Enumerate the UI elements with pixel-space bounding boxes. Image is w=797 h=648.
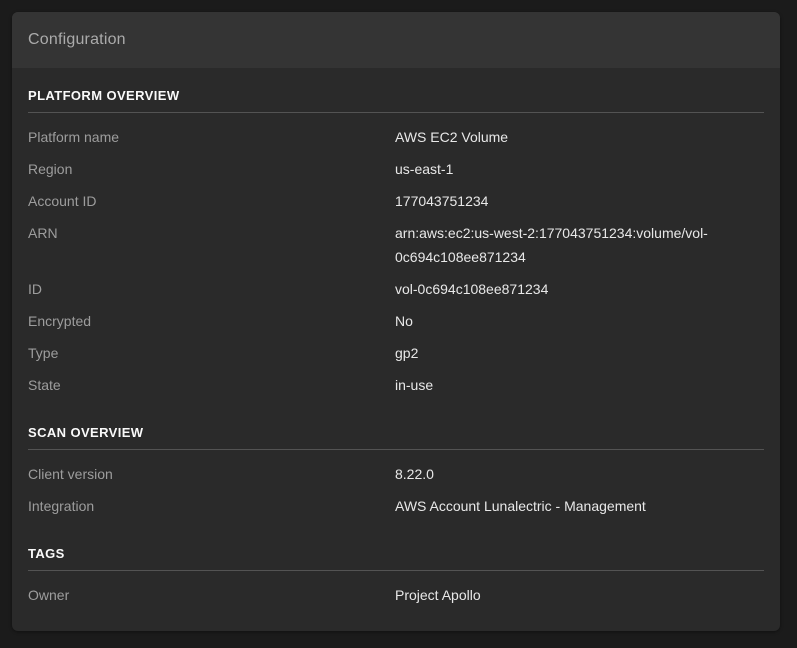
- row-value: arn:aws:ec2:us-west-2:177043751234:volum…: [395, 225, 708, 265]
- row-value: vol-0c694c108ee871234: [395, 281, 549, 297]
- config-row: State in-use: [28, 369, 764, 401]
- configuration-panel: Configuration PLATFORM OVERVIEW Platform…: [12, 12, 780, 631]
- section-divider: [28, 449, 764, 450]
- row-value: Project Apollo: [395, 587, 481, 603]
- row-label: Integration: [28, 498, 95, 514]
- row-label: Region: [28, 161, 73, 177]
- row-value: No: [395, 313, 413, 329]
- row-value: AWS EC2 Volume: [395, 129, 509, 145]
- config-section: PLATFORM OVERVIEW Platform name AWS EC2 …: [28, 88, 764, 401]
- row-value: gp2: [395, 345, 419, 361]
- row-label: Type: [28, 345, 59, 361]
- config-row: Encrypted No: [28, 305, 764, 337]
- config-row: ARN arn:aws:ec2:us-west-2:177043751234:v…: [28, 217, 764, 273]
- panel-header: Configuration: [12, 12, 780, 68]
- row-value: 8.22.0: [395, 466, 434, 482]
- config-section: SCAN OVERVIEW Client version 8.22.0 Inte…: [28, 425, 764, 522]
- section-rows: Client version 8.22.0 Integration AWS Ac…: [28, 458, 764, 522]
- section-title: SCAN OVERVIEW: [28, 425, 144, 440]
- section-title: PLATFORM OVERVIEW: [28, 88, 180, 103]
- config-row: Integration AWS Account Lunalectric - Ma…: [28, 490, 764, 522]
- row-label: State: [28, 377, 61, 393]
- config-row: Account ID 177043751234: [28, 185, 764, 217]
- row-value: us-east-1: [395, 161, 454, 177]
- section-divider: [28, 112, 764, 113]
- config-section: TAGS Owner Project Apollo: [28, 546, 764, 611]
- row-label: Owner: [28, 587, 70, 603]
- config-row: Client version 8.22.0: [28, 458, 764, 490]
- row-value: AWS Account Lunalectric - Management: [395, 498, 646, 514]
- config-row: Owner Project Apollo: [28, 579, 764, 611]
- section-divider: [28, 570, 764, 571]
- config-row: Region us-east-1: [28, 153, 764, 185]
- row-label: Account ID: [28, 193, 97, 209]
- row-value: 177043751234: [395, 193, 489, 209]
- config-row: Type gp2: [28, 337, 764, 369]
- panel-body: PLATFORM OVERVIEW Platform name AWS EC2 …: [12, 68, 780, 631]
- config-row: ID vol-0c694c108ee871234: [28, 273, 764, 305]
- row-label: Platform name: [28, 129, 120, 145]
- config-row: Platform name AWS EC2 Volume: [28, 121, 764, 153]
- row-label: Client version: [28, 466, 113, 482]
- row-value: in-use: [395, 377, 434, 393]
- section-rows: Platform name AWS EC2 Volume Region us-e…: [28, 121, 764, 401]
- row-label: Encrypted: [28, 313, 92, 329]
- row-label: ARN: [28, 225, 58, 241]
- section-rows: Owner Project Apollo: [28, 579, 764, 611]
- panel-title: Configuration: [28, 31, 126, 48]
- row-label: ID: [28, 281, 42, 297]
- section-title: TAGS: [28, 546, 65, 561]
